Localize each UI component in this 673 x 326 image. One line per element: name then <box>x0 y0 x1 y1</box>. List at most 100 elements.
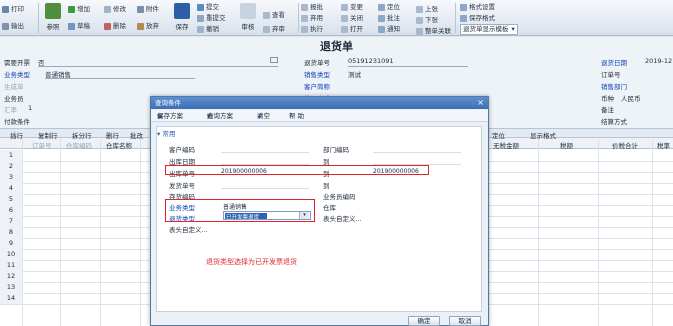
notice-icon <box>378 26 385 33</box>
exchange-value[interactable]: 1 <box>28 104 32 112</box>
row-number: 4 <box>0 183 22 194</box>
section-common[interactable]: ▾ 常用 <box>157 128 175 138</box>
notes-button[interactable]: 批注 <box>378 13 400 24</box>
query-scheme-button[interactable]: ▤ 查询方案 ▾ <box>207 110 233 122</box>
audit-icon <box>240 3 256 19</box>
submit-button[interactable]: 提交 <box>197 2 219 13</box>
prev-button[interactable]: 上张 <box>416 4 438 15</box>
business-type-label: 业务类型 <box>4 71 30 79</box>
printer-icon <box>2 6 9 13</box>
abandon-audit-icon <box>263 26 270 33</box>
invoice-no-label: 发货单号 <box>169 182 195 190</box>
association-button[interactable]: 整单关联 <box>416 26 451 37</box>
currency-label: 币种 <box>601 95 614 103</box>
view-button[interactable]: 查看 <box>263 10 285 21</box>
row-number: 8 <box>0 227 22 238</box>
save-format-button[interactable]: 保存格式 <box>460 13 495 24</box>
attachment-button[interactable]: 附件 <box>137 4 159 15</box>
settle-label: 结算方式 <box>601 118 627 126</box>
add-icon <box>68 6 75 13</box>
exchange-label: 汇率 <box>4 106 17 114</box>
delete-button[interactable]: 删除 <box>104 21 126 32</box>
resubmit-button[interactable]: 重提交 <box>197 13 226 24</box>
output-button[interactable]: 输出 <box>2 21 24 32</box>
header-custom-label-right: 表头自定义... <box>323 215 362 223</box>
payment-label: 付款条件 <box>4 118 30 126</box>
disable-icon <box>301 15 308 22</box>
dialog-title: 查询条件 <box>151 97 488 109</box>
header-custom-label: 表头自定义... <box>169 226 208 234</box>
row-number: 9 <box>0 238 22 249</box>
change-icon <box>341 4 348 11</box>
reference-icon <box>45 3 61 19</box>
locate-button[interactable]: 定位 <box>378 2 400 13</box>
customer-label: 客户简称 <box>304 83 330 91</box>
approve-icon <box>301 4 308 11</box>
to-label: 到 <box>323 182 330 190</box>
row-number: 14 <box>0 293 22 304</box>
return-no-value[interactable]: 05191231091 <box>348 57 394 65</box>
revoke-button[interactable]: 撤销 <box>197 24 219 35</box>
annotation-note: 退货类型选择为已开发票退货 <box>206 258 297 266</box>
revoke-icon <box>197 26 204 33</box>
notice-button[interactable]: 通知 <box>378 24 400 35</box>
row-number: 12 <box>0 271 22 282</box>
salesperson-code-label: 业务员编码 <box>323 193 356 201</box>
row-number: 2 <box>0 161 22 172</box>
close-doc-icon <box>341 15 348 22</box>
arrow-down-icon <box>416 17 423 24</box>
close-doc-button[interactable]: 关闭 <box>341 13 363 24</box>
change-button[interactable]: 变更 <box>341 2 363 13</box>
salesperson-label: 业务员 <box>4 95 24 103</box>
sales-type-label: 销售类型 <box>304 71 330 79</box>
currency-value[interactable]: 人民币 <box>621 93 641 103</box>
approve-button[interactable]: 报批 <box>301 2 323 13</box>
row-number: 3 <box>0 172 22 183</box>
cancel-button[interactable]: 取消 <box>449 316 481 326</box>
abandon-button[interactable]: 放弃 <box>137 21 159 32</box>
open-button[interactable]: 打开 <box>341 24 363 35</box>
reference-button[interactable]: 参照 <box>41 2 65 34</box>
return-date-label: 退货日期 <box>601 59 627 67</box>
abandon-icon <box>137 23 144 30</box>
remark-label: 备注 <box>601 106 614 114</box>
row-number: 10 <box>0 249 22 260</box>
placeholder-label: 生成单 <box>4 83 24 91</box>
next-button[interactable]: 下张 <box>416 15 438 26</box>
add-button[interactable]: 增加 <box>68 4 90 15</box>
execute-icon <box>301 26 308 33</box>
ok-button[interactable]: 确定 <box>408 316 440 326</box>
print-button[interactable]: 打印 <box>2 4 24 15</box>
draft-icon <box>68 23 75 30</box>
highlight-return-type <box>165 199 315 222</box>
dialog-toolbar: ▣ 保存方案 ▤ 查询方案 ▾ ◈ 清空 ? 帮 助 <box>151 110 488 122</box>
invoice-picker-icon[interactable] <box>270 57 278 63</box>
audit-button[interactable]: 审核 <box>236 2 260 34</box>
save-button[interactable]: 保存 <box>170 2 194 34</box>
execute-button[interactable]: 执行 <box>301 24 323 35</box>
format-icon <box>460 4 467 11</box>
sales-type-value[interactable]: 测试 <box>348 69 361 79</box>
format-settings-button[interactable]: 格式设置 <box>460 2 495 13</box>
locate-icon <box>378 4 385 11</box>
row-number: 1 <box>0 150 22 161</box>
open-icon <box>341 26 348 33</box>
dept-code-label: 部门编码 <box>323 146 349 154</box>
submit-icon <box>197 4 204 11</box>
close-icon[interactable]: × <box>477 97 484 109</box>
modify-button[interactable]: 修改 <box>104 4 126 15</box>
row-number: 6 <box>0 205 22 216</box>
abandon-audit-button[interactable]: 弃审 <box>263 24 285 35</box>
display-template-select[interactable]: 退货单显示模板 ▾ <box>460 24 518 35</box>
highlight-out-no <box>165 165 429 175</box>
disable-button[interactable]: 弃用 <box>301 13 323 24</box>
order-no-label: 订单号 <box>601 71 621 79</box>
draft-button[interactable]: 草稿 <box>68 21 90 32</box>
invoice-needed-label: 需要开票 <box>4 59 30 67</box>
paperclip-icon <box>137 6 144 13</box>
row-number: 5 <box>0 194 22 205</box>
return-date-value[interactable]: 2019-12 <box>645 57 672 65</box>
return-no-label: 退货单号 <box>304 59 330 67</box>
resubmit-icon <box>197 15 204 22</box>
delete-icon <box>104 23 111 30</box>
